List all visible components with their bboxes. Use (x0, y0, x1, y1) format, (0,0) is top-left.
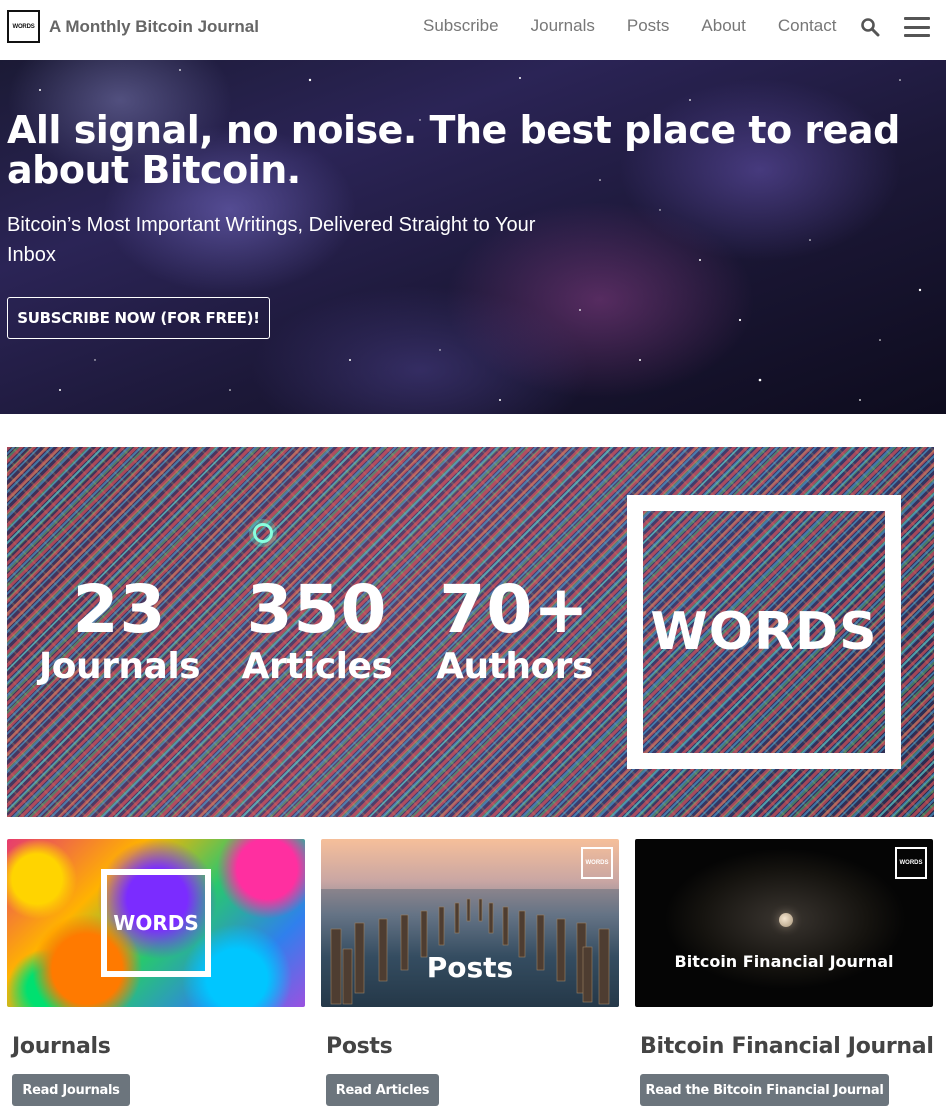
moon-icon (779, 913, 793, 927)
journals-card-image[interactable]: WORDS (7, 839, 305, 1007)
hero-section: All signal, no noise. The best place to … (0, 60, 946, 414)
stats-banner: 23 Journals 350 Articles 70+ Authors WOR… (7, 447, 934, 817)
words-logo: WORDS (895, 847, 927, 879)
read-bitcoin-financial-journal-button[interactable]: Read the Bitcoin Financial Journal (640, 1074, 889, 1106)
stat-label: Articles (241, 646, 393, 687)
logo-text: WORDS (899, 860, 923, 866)
card-title-journals: Journals (12, 1034, 111, 1059)
nav-link-posts[interactable]: Posts (627, 16, 670, 36)
brand-link[interactable]: WORDS A Monthly Bitcoin Journal (7, 10, 259, 43)
decorative-swirl (253, 523, 273, 543)
stat-label: Journals (38, 646, 201, 687)
stat-number: 70+ (439, 571, 590, 648)
logo-text: WORDS (650, 602, 878, 662)
bitcoin-financial-journal-card-image[interactable]: WORDS Bitcoin Financial Journal (635, 839, 933, 1007)
pier-posts-illustration (321, 889, 619, 1007)
nav-link-about[interactable]: About (701, 16, 745, 36)
hero-title: All signal, no noise. The best place to … (7, 108, 900, 192)
nav-links: Subscribe Journals Posts About Contact (407, 16, 852, 36)
subscribe-now-button[interactable]: SUBSCRIBE NOW (FOR FREE)! (7, 297, 270, 339)
card-image-title: Bitcoin Financial Journal (674, 952, 894, 971)
logo-text: WORDS (585, 860, 609, 866)
card-title-bitcoin-financial-journal: Bitcoin Financial Journal (640, 1034, 934, 1059)
navbar: WORDS A Monthly Bitcoin Journal Subscrib… (0, 0, 946, 56)
brand-name: A Monthly Bitcoin Journal (49, 16, 259, 36)
hero-subtitle: Bitcoin’s Most Important Writings, Deliv… (7, 214, 536, 266)
stat-journals: 23 Journals (32, 577, 207, 687)
words-logo-large: WORDS (627, 495, 901, 769)
posts-card-image[interactable]: WORDS Posts (321, 839, 619, 1007)
words-logo: WORDS (581, 847, 613, 879)
logo-text: WORDS (113, 911, 199, 935)
nav-link-journals[interactable]: Journals (531, 16, 595, 36)
words-logo: WORDS (101, 869, 211, 977)
hamburger-menu-icon[interactable] (904, 16, 930, 38)
card-title-posts: Posts (326, 1034, 393, 1059)
stat-number: 350 (246, 571, 388, 648)
search-icon[interactable] (860, 17, 880, 37)
stat-authors: 70+ Authors (427, 577, 602, 687)
read-journals-button[interactable]: Read Journals (12, 1074, 130, 1106)
stat-label: Authors (436, 646, 593, 687)
words-logo: WORDS (7, 10, 40, 43)
card-image-title: Posts (426, 951, 514, 984)
read-articles-button[interactable]: Read Articles (326, 1074, 439, 1106)
nav-link-contact[interactable]: Contact (778, 16, 837, 36)
nav-link-subscribe[interactable]: Subscribe (423, 16, 499, 36)
stat-articles: 350 Articles (232, 577, 402, 687)
stat-number: 23 (72, 571, 167, 648)
